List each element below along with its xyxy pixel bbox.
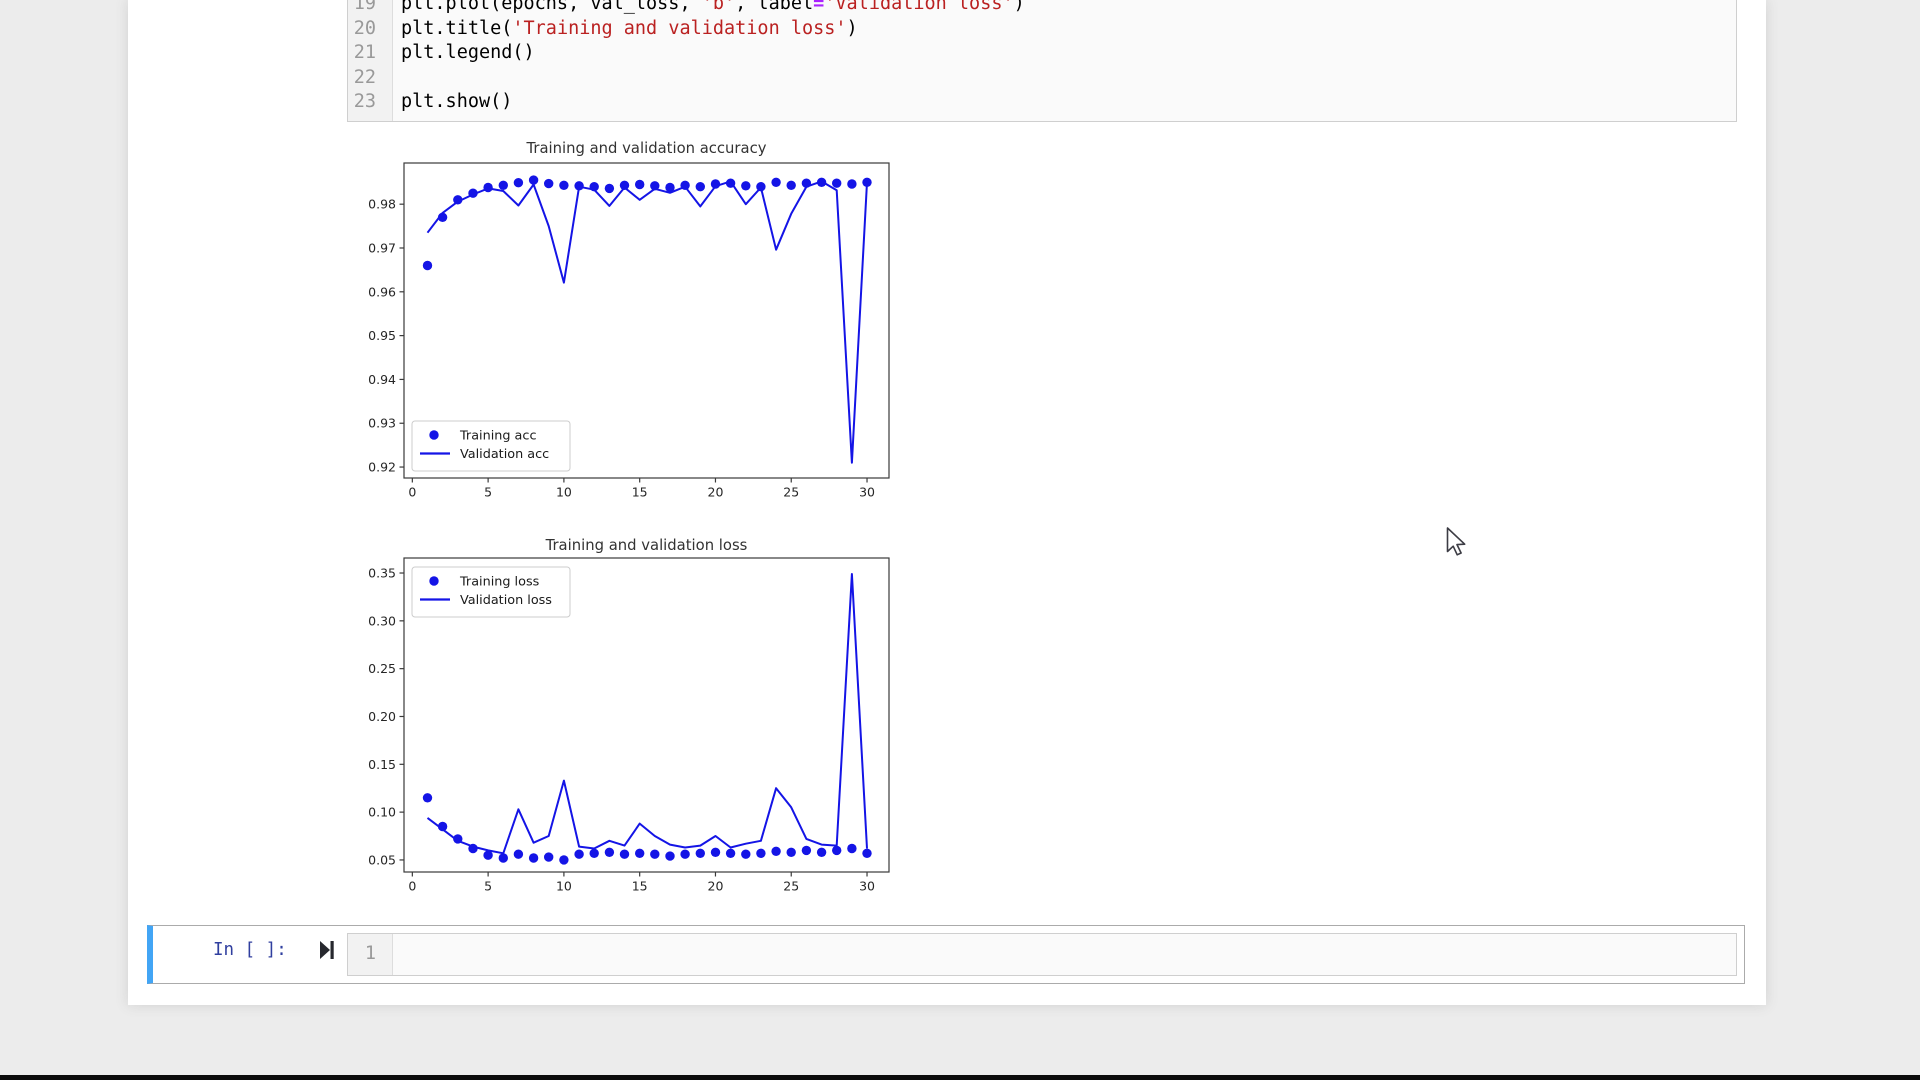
svg-text:0.95: 0.95 bbox=[368, 328, 396, 343]
svg-text:0.92: 0.92 bbox=[368, 460, 396, 475]
empty-cell-gutter: 1 bbox=[348, 934, 393, 975]
svg-text:0.96: 0.96 bbox=[368, 284, 396, 299]
svg-text:0.35: 0.35 bbox=[368, 566, 396, 581]
run-cell-icon[interactable] bbox=[319, 939, 335, 961]
jupyter-notebook-page: { "page": { "background": "#ececec", "ac… bbox=[0, 0, 1920, 1080]
loss-chart-output: 0.05 0.10 0.15 0.20 0.25 0.30 0.35 0 5 10 15 20 25 30… bbox=[355, 536, 895, 916]
svg-text:0.30: 0.30 bbox=[368, 613, 396, 628]
svg-text:Training loss: Training loss bbox=[459, 575, 540, 590]
svg-text:0: 0 bbox=[408, 879, 416, 894]
svg-text:0.15: 0.15 bbox=[368, 757, 396, 772]
svg-text:30: 30 bbox=[859, 485, 875, 500]
svg-text:Validation loss: Validation loss bbox=[460, 593, 552, 608]
code-cell-gutter: 1920212223 bbox=[348, 0, 393, 121]
svg-text:0.10: 0.10 bbox=[368, 805, 396, 820]
svg-text:15: 15 bbox=[632, 485, 648, 500]
code-cell-input[interactable]: 1920212223 plt.plot(epochs, val_loss, 'b… bbox=[347, 0, 1737, 122]
svg-text:0.05: 0.05 bbox=[368, 852, 396, 867]
svg-text:Training acc: Training acc bbox=[459, 429, 536, 444]
code-cell-editor[interactable]: plt.plot(epochs, val_loss, 'b', label='V… bbox=[393, 0, 1736, 121]
svg-text:25: 25 bbox=[783, 879, 799, 894]
svg-text:0.98: 0.98 bbox=[368, 197, 396, 212]
svg-text:0.25: 0.25 bbox=[368, 661, 396, 676]
svg-text:10: 10 bbox=[556, 879, 572, 894]
empty-code-cell[interactable]: In [ ]: 1 bbox=[147, 925, 1745, 984]
svg-text:Validation acc: Validation acc bbox=[460, 447, 549, 462]
svg-text:5: 5 bbox=[484, 879, 492, 894]
svg-text:0.97: 0.97 bbox=[368, 240, 396, 255]
svg-text:0: 0 bbox=[408, 485, 416, 500]
svg-text:Training and validation accura: Training and validation accuracy bbox=[526, 140, 767, 157]
svg-text:0.20: 0.20 bbox=[368, 709, 396, 724]
svg-text:25: 25 bbox=[783, 485, 799, 500]
svg-text:0.93: 0.93 bbox=[368, 416, 396, 431]
svg-text:5: 5 bbox=[484, 485, 492, 500]
svg-text:Training and validation loss: Training and validation loss bbox=[545, 537, 748, 554]
line-number: 1 bbox=[365, 943, 376, 964]
svg-text:0.94: 0.94 bbox=[368, 372, 396, 387]
input-prompt: In [ ]: bbox=[213, 940, 287, 960]
empty-cell-input[interactable]: 1 bbox=[347, 933, 1737, 976]
svg-text:15: 15 bbox=[632, 879, 648, 894]
accuracy-chart-output: 0.92 0.93 0.94 0.95 0.96 0.97 0.98 0 5 10 15 20 25 30… bbox=[355, 133, 895, 513]
notebook-panel: 1920212223 plt.plot(epochs, val_loss, 'b… bbox=[128, 0, 1766, 1005]
svg-text:10: 10 bbox=[556, 485, 572, 500]
svg-text:30: 30 bbox=[859, 879, 875, 894]
bottom-black-bar bbox=[0, 1075, 1920, 1080]
svg-text:20: 20 bbox=[708, 485, 724, 500]
svg-text:20: 20 bbox=[708, 879, 724, 894]
empty-cell-editor[interactable] bbox=[393, 934, 1736, 975]
